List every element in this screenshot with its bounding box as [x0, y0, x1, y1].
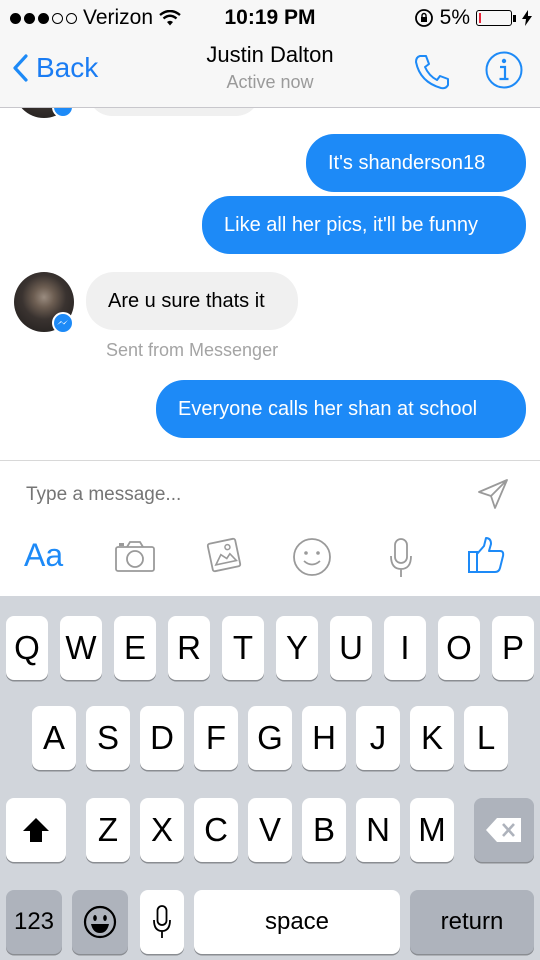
message-list[interactable]: It's shanderson18 Like all her pics, it'… — [0, 108, 540, 460]
key-g[interactable]: G — [248, 706, 292, 770]
key-e[interactable]: E — [114, 616, 156, 680]
emoji-keyboard-key[interactable] — [72, 890, 128, 954]
like-icon — [468, 537, 505, 573]
message-input[interactable] — [26, 481, 456, 509]
info-icon — [485, 51, 523, 89]
shift-key[interactable] — [6, 798, 66, 862]
dictation-key[interactable] — [140, 890, 184, 954]
messenger-badge-icon — [52, 312, 74, 334]
key-t[interactable]: T — [222, 616, 264, 680]
space-key[interactable]: space — [194, 890, 400, 954]
key-o[interactable]: O — [438, 616, 480, 680]
key-u[interactable]: U — [330, 616, 372, 680]
key-k[interactable]: K — [410, 706, 454, 770]
emoji-button[interactable] — [292, 537, 332, 582]
phone-icon — [415, 55, 449, 90]
key-h[interactable]: H — [302, 706, 346, 770]
message-bubble-partial[interactable] — [88, 108, 260, 116]
key-y[interactable]: Y — [276, 616, 318, 680]
key-p[interactable]: P — [492, 616, 534, 680]
contact-name[interactable]: Justin Dalton — [0, 42, 540, 68]
rotation-lock-icon — [414, 9, 433, 27]
key-d[interactable]: D — [140, 706, 184, 770]
key-q[interactable]: Q — [6, 616, 48, 680]
info-button[interactable] — [484, 50, 524, 95]
backspace-icon — [486, 818, 521, 842]
battery-icon — [476, 10, 512, 26]
messenger-bolt-icon — [57, 320, 68, 325]
keyboard: Q W E R T Y U I O P A S D F G H J K L Z … — [0, 596, 540, 960]
key-c[interactable]: C — [194, 798, 238, 862]
key-l[interactable]: L — [464, 706, 508, 770]
message-bubble-outgoing[interactable]: Like all her pics, it'll be funny — [202, 196, 526, 254]
photo-icon — [206, 537, 242, 573]
message-bubble-outgoing[interactable]: Everyone calls her shan at school — [156, 380, 526, 438]
call-button[interactable] — [412, 52, 452, 97]
key-w[interactable]: W — [60, 616, 102, 680]
key-z[interactable]: Z — [86, 798, 130, 862]
conversation-header: Back Justin Dalton Active now — [0, 34, 540, 108]
key-j[interactable]: J — [356, 706, 400, 770]
delete-key[interactable] — [474, 798, 534, 862]
battery-level — [479, 13, 481, 23]
send-icon — [478, 479, 508, 509]
battery-tip — [513, 14, 516, 22]
messenger-badge-icon — [52, 108, 74, 118]
message-bubble-incoming[interactable]: Are u sure thats it — [86, 272, 298, 330]
send-button[interactable] — [476, 477, 510, 516]
active-status: Active now — [226, 72, 314, 92]
return-key[interactable]: return — [410, 890, 534, 954]
shift-arrow-icon — [23, 818, 49, 842]
key-r[interactable]: R — [168, 616, 210, 680]
key-f[interactable]: F — [194, 706, 238, 770]
microphone-icon — [390, 538, 412, 577]
key-s[interactable]: S — [86, 706, 130, 770]
charging-bolt-icon — [522, 10, 532, 26]
like-button[interactable] — [466, 535, 506, 580]
text-format-button[interactable]: Aa — [24, 537, 63, 574]
battery-group: 5% — [414, 6, 532, 30]
key-b[interactable]: B — [302, 798, 346, 862]
key-m[interactable]: M — [410, 798, 454, 862]
battery-percent: 5% — [439, 6, 470, 29]
message-bubble-outgoing[interactable]: It's shanderson18 — [306, 134, 526, 192]
voice-button[interactable] — [388, 537, 414, 584]
status-bar: Verizon 10:19 PM 5% — [0, 0, 540, 34]
emoji-face-icon — [83, 905, 117, 939]
message-composer: Aa — [0, 460, 540, 596]
key-a[interactable]: A — [32, 706, 76, 770]
sent-from-label: Sent from Messenger — [106, 340, 279, 360]
key-n[interactable]: N — [356, 798, 400, 862]
key-i[interactable]: I — [384, 616, 426, 680]
numbers-key[interactable]: 123 — [6, 890, 62, 954]
camera-button[interactable] — [114, 539, 156, 578]
photo-button[interactable] — [204, 535, 244, 580]
emoji-icon — [293, 538, 331, 576]
key-x[interactable]: X — [140, 798, 184, 862]
camera-icon — [115, 541, 155, 572]
key-v[interactable]: V — [248, 798, 292, 862]
dictation-microphone-icon — [153, 905, 171, 938]
